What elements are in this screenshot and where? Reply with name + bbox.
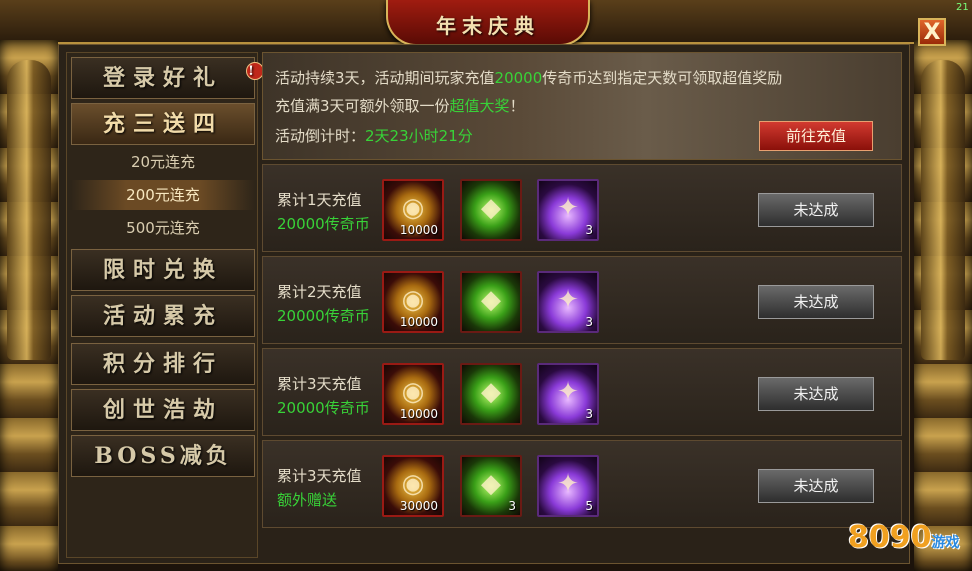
sub-tab-20[interactable]: 20元连充 — [71, 147, 255, 177]
sidebar-item-label: 限时兑换 — [102, 257, 223, 283]
reward-requirement: 20000传奇币 — [277, 307, 370, 325]
banner-text: 传奇币达到指定天数可领取超值奖励 — [542, 69, 783, 87]
purple-crystal-icon[interactable]: ✦ 3 — [537, 179, 599, 241]
sub-tab-label: 20元连充 — [130, 153, 196, 171]
event-banner: 活动持续3天，活动期间玩家充值20000传奇币达到指定天数可领取超值奖励 充值满… — [262, 52, 902, 160]
event-description: 活动持续3天，活动期间玩家充值20000传奇币达到指定天数可领取超值奖励 — [275, 67, 782, 88]
green-gem-icon[interactable]: ◆ — [460, 271, 522, 333]
countdown-value: 2天23小时21分 — [365, 127, 473, 145]
sidebar-item-label: 创世浩劫 — [102, 397, 223, 423]
brand-watermark-logo: 8090游戏 — [848, 520, 968, 568]
green-gem-icon[interactable]: ◆ 3 — [460, 455, 522, 517]
green-gem-icon[interactable]: ◆ — [460, 363, 522, 425]
corner-text: 21 — [956, 2, 969, 13]
sidebar-item-label: 活动累充 — [102, 303, 223, 329]
item-quantity: 10000 — [399, 223, 438, 237]
watermark-brand-sub: 游戏 — [931, 535, 960, 551]
reward-requirement: 额外赠送 — [277, 491, 338, 509]
game-window: 21 年末庆典 X 登录好礼 ! 充三送四 20元连充 200元连充 500元连… — [0, 0, 972, 571]
purple-crystal-icon[interactable]: ✦ 3 — [537, 363, 599, 425]
claim-status-button[interactable]: 未达成 — [758, 193, 874, 227]
green-gem-icon[interactable]: ◆ — [460, 179, 522, 241]
sub-tab-label: 500元连充 — [126, 219, 200, 237]
reward-row: 累计3天充值 额外赠送 ◉ 30000 ◆ 3 ✦ 5 未达成 — [262, 440, 902, 528]
reward-title: 累计3天充值 — [277, 467, 362, 485]
banner-highlight: 20000 — [494, 69, 543, 87]
item-quantity: 3 — [508, 499, 516, 513]
sidebar-item-label: 充三送四 — [102, 111, 223, 137]
sidebar-item-limited-exchange[interactable]: 限时兑换 — [71, 249, 255, 291]
go-recharge-button[interactable]: 前往充值 — [759, 121, 873, 151]
watermark-brand: 8090 — [848, 520, 932, 555]
item-quantity: 10000 — [399, 407, 438, 421]
sidebar-item-charge-three-get-four[interactable]: 充三送四 — [71, 103, 255, 145]
close-button[interactable]: X — [918, 18, 946, 46]
gold-coin-icon[interactable]: ◉ 10000 — [382, 179, 444, 241]
bonus-description: 充值满3天可额外领取一份超值大奖！ — [275, 95, 525, 116]
purple-crystal-icon[interactable]: ✦ 5 — [537, 455, 599, 517]
title-plate: 年末庆典 — [386, 0, 590, 46]
close-icon: X — [923, 20, 941, 45]
sidebar: 登录好礼 ! 充三送四 20元连充 200元连充 500元连充 限时兑换 活动累… — [66, 52, 264, 558]
countdown-label: 活动倒计时： — [275, 127, 366, 145]
window-title: 年末庆典 — [436, 14, 540, 38]
item-quantity: 3 — [585, 315, 593, 329]
sub-tab-label: 200元连充 — [126, 186, 200, 204]
sidebar-item-label: 积分排行 — [102, 351, 223, 377]
sidebar-item-cumulative-charge[interactable]: 活动累充 — [71, 295, 255, 337]
gold-coin-icon[interactable]: ◉ 10000 — [382, 363, 444, 425]
claim-status-button[interactable]: 未达成 — [758, 469, 874, 503]
item-quantity: 30000 — [399, 499, 438, 513]
sidebar-item-label: 登录好礼 — [102, 65, 223, 91]
gold-coin-icon[interactable]: ◉ 30000 — [382, 455, 444, 517]
reward-row: 累计1天充值 20000传奇币 ◉ 10000 ◆ ✦ 3 未达成 — [262, 164, 902, 252]
reward-requirement: 20000传奇币 — [277, 215, 370, 233]
gold-coin-icon[interactable]: ◉ 10000 — [382, 271, 444, 333]
main-content: 活动持续3天，活动期间玩家充值20000传奇币达到指定天数可领取超值奖励 充值满… — [262, 52, 902, 558]
reward-row: 累计2天充值 20000传奇币 ◉ 10000 ◆ ✦ 3 未达成 — [262, 256, 902, 344]
banner-text: 充值满3天可额外领取一份 — [275, 97, 450, 115]
item-quantity: 3 — [585, 223, 593, 237]
banner-highlight: 超值大奖 — [449, 97, 510, 115]
item-quantity: 5 — [585, 499, 593, 513]
purple-crystal-icon[interactable]: ✦ 3 — [537, 271, 599, 333]
left-statue-decoration — [7, 60, 51, 360]
sidebar-item-label: BOSS减负 — [94, 443, 232, 469]
reward-title: 累计2天充值 — [277, 283, 362, 301]
right-statue-decoration — [921, 60, 965, 360]
banner-text: 活动持续3天，活动期间玩家充值 — [275, 69, 495, 87]
reward-title: 累计1天充值 — [277, 191, 362, 209]
sidebar-item-genesis-calamity[interactable]: 创世浩劫 — [71, 389, 255, 431]
reward-title: 累计3天充值 — [277, 375, 362, 393]
sidebar-item-login-gift[interactable]: 登录好礼 ! — [71, 57, 264, 99]
sidebar-item-boss-reduction[interactable]: BOSS减负 — [71, 435, 255, 477]
item-quantity: 3 — [585, 407, 593, 421]
countdown: 活动倒计时：2天23小时21分 — [275, 125, 473, 146]
reward-requirement: 20000传奇币 — [277, 399, 370, 417]
claim-status-button[interactable]: 未达成 — [758, 377, 874, 411]
sidebar-item-points-ranking[interactable]: 积分排行 — [71, 343, 255, 385]
sub-tab-200[interactable]: 200元连充 — [71, 180, 255, 210]
item-quantity: 10000 — [399, 315, 438, 329]
banner-text: ！ — [509, 97, 525, 115]
reward-row: 累计3天充值 20000传奇币 ◉ 10000 ◆ ✦ 3 未达成 — [262, 348, 902, 436]
sub-tab-500[interactable]: 500元连充 — [71, 213, 255, 243]
claim-status-button[interactable]: 未达成 — [758, 285, 874, 319]
